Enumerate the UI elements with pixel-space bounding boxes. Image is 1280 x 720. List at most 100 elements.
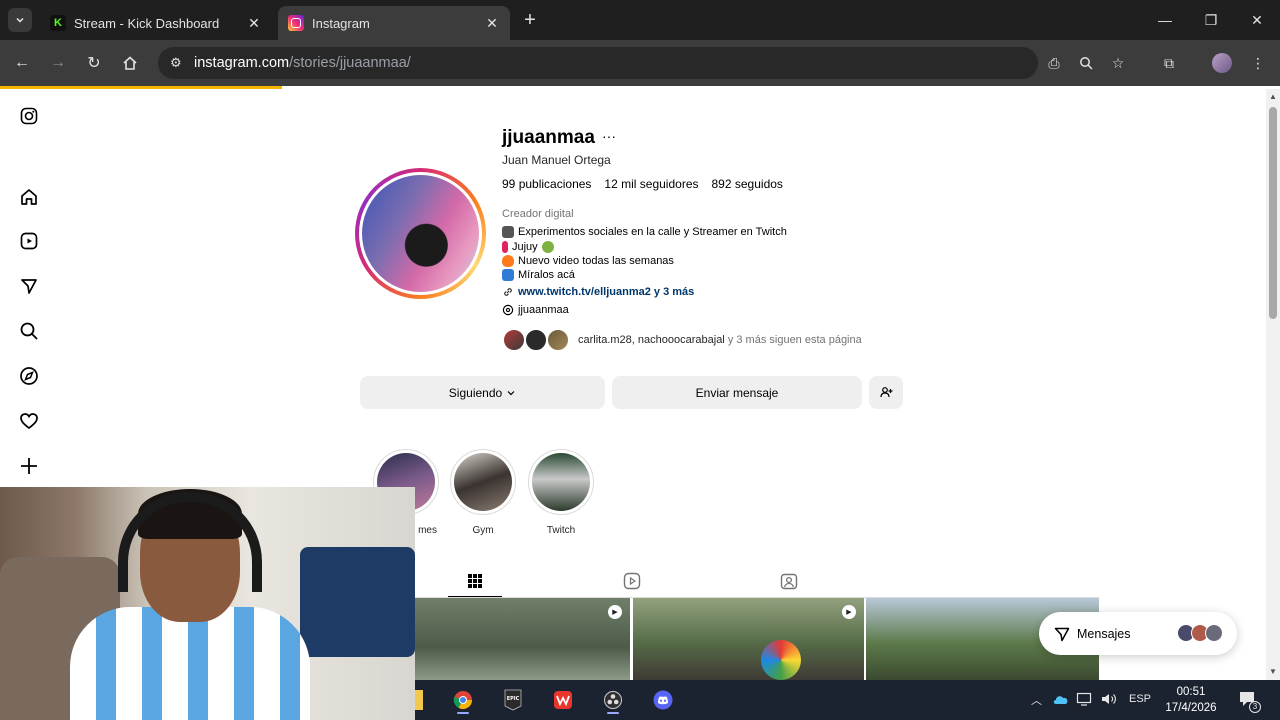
site-info-icon[interactable]: ⚙ <box>170 55 194 71</box>
back-icon[interactable]: ← <box>10 51 34 75</box>
home-icon[interactable] <box>118 51 142 75</box>
reels-icon[interactable] <box>17 229 41 253</box>
tab-close-icon[interactable]: ✕ <box>246 15 262 32</box>
reload-icon[interactable]: ↻ <box>82 51 106 75</box>
wps-office-taskbar-icon[interactable] <box>548 686 578 714</box>
clock-date: 17/4/2026 <box>1165 702 1217 714</box>
followers-count[interactable]: 12 mil seguidores <box>604 177 698 191</box>
reel-badge-icon: ▶ <box>608 605 622 619</box>
notification-count-badge: 3 <box>1249 701 1261 713</box>
mutual-follower-avatar <box>502 328 526 352</box>
bio-line: Jujuy <box>502 241 554 253</box>
browser-toolbar: ← → ↻ ⚙ instagram.com/stories/jjuaanmaa/… <box>0 40 1280 86</box>
tab-close-icon[interactable]: ✕ <box>484 15 500 32</box>
suggested-users-button[interactable] <box>869 376 903 409</box>
threads-icon <box>502 304 514 316</box>
bookmark-star-icon[interactable]: ☆ <box>1106 51 1130 75</box>
scrollbar-thumb[interactable] <box>1269 107 1277 319</box>
forward-icon[interactable]: → <box>46 51 70 75</box>
active-tab-indicator <box>448 596 502 597</box>
chrome-taskbar-icon[interactable] <box>448 686 478 714</box>
following-dropdown-button[interactable]: Siguiendo <box>360 376 605 409</box>
kick-favicon-icon: K <box>50 15 66 31</box>
home-icon[interactable] <box>17 185 41 209</box>
add-user-icon <box>879 387 892 398</box>
discord-taskbar-icon[interactable] <box>648 686 678 714</box>
bio-line: Experimentos sociales en la calle y Stre… <box>502 226 787 238</box>
story-highlight[interactable]: Twitch <box>528 449 594 536</box>
scroll-down-icon[interactable]: ▼ <box>1269 667 1277 676</box>
page-scrollbar[interactable]: ▲ ▼ <box>1266 89 1280 680</box>
reels-tab-icon[interactable] <box>622 571 642 591</box>
messages-button[interactable]: Mensajes <box>1039 612 1237 655</box>
post-thumbnail[interactable]: ▶ <box>415 598 630 680</box>
followed-by-text[interactable]: carlita.m28, nachooocarabajal y 3 más si… <box>578 334 862 346</box>
highlight-cover <box>454 453 512 511</box>
install-app-icon[interactable]: ⎙ <box>1042 51 1066 75</box>
threads-link[interactable]: jjuaanmaa <box>502 304 569 316</box>
tab-instagram[interactable]: Instagram ✕ <box>278 6 510 40</box>
svg-text:EPIC: EPIC <box>507 696 520 702</box>
tab-title: Instagram <box>312 15 370 31</box>
profile-full-name: Juan Manuel Ortega <box>502 153 611 167</box>
post-thumbnail[interactable]: ▶ <box>633 598 864 680</box>
messages-label: Mensajes <box>1077 626 1131 641</box>
fire-emoji-icon <box>502 255 514 267</box>
direct-messages-icon[interactable] <box>17 274 41 298</box>
window-close-icon[interactable]: ✕ <box>1242 8 1272 32</box>
profile-username: jjuaanmaa <box>502 127 595 148</box>
clown-wig-shape <box>761 640 801 680</box>
tab-kick-dashboard[interactable]: K Stream - Kick Dashboard ✕ <box>40 6 272 40</box>
message-avatar <box>1205 624 1223 642</box>
restore-icon[interactable]: ❐ <box>1196 8 1226 32</box>
zoom-icon[interactable] <box>1074 51 1098 75</box>
instagram-favicon-icon <box>288 15 304 31</box>
obs-taskbar-icon[interactable] <box>598 686 628 714</box>
link-icon <box>504 288 512 296</box>
more-options-icon[interactable]: ··· <box>602 128 616 144</box>
create-plus-icon[interactable] <box>17 454 41 478</box>
direct-messages-icon <box>1054 627 1070 641</box>
search-icon[interactable] <box>17 319 41 343</box>
bio-link[interactable]: www.twitch.tv/elljuanma2 y 3 más <box>502 286 694 298</box>
explore-icon[interactable] <box>17 364 41 388</box>
webcam-overlay <box>0 487 415 720</box>
minimize-icon[interactable]: — <box>1150 8 1180 32</box>
epic-games-taskbar-icon[interactable]: EPIC <box>498 686 528 714</box>
chevron-down-icon <box>507 390 515 395</box>
instagram-logo-icon[interactable] <box>17 104 41 128</box>
notifications-heart-icon[interactable] <box>17 409 41 433</box>
network-icon[interactable] <box>1076 692 1092 706</box>
mutual-follower-avatar <box>524 328 548 352</box>
tagged-tab-icon[interactable] <box>779 571 799 591</box>
onedrive-cloud-icon[interactable] <box>1052 693 1070 705</box>
file-explorer-icon[interactable] <box>415 690 423 710</box>
tab-search-button[interactable] <box>8 8 32 32</box>
taskbar-clock[interactable]: 00:51 17/4/2026 <box>1160 684 1222 716</box>
highlight-label: Twitch <box>546 525 576 536</box>
clock-time: 00:51 <box>1176 686 1206 698</box>
profile-avatar-story-ring[interactable] <box>355 168 486 299</box>
story-highlight[interactable]: Gym <box>450 449 516 536</box>
bio-line: Míralos acá <box>502 269 575 281</box>
profile-stats: 99 publicaciones 12 mil seguidores 892 s… <box>502 177 783 191</box>
input-language-indicator[interactable]: ESP <box>1129 693 1151 705</box>
scroll-up-icon[interactable]: ▲ <box>1269 92 1277 101</box>
posts-count: 99 publicaciones <box>502 177 592 191</box>
instagram-sidebar <box>0 89 58 489</box>
posts-grid-tab-icon[interactable] <box>465 571 485 591</box>
browser-tab-bar: K Stream - Kick Dashboard ✕ Instagram ✕ … <box>0 0 1280 40</box>
cactus-emoji-icon <box>541 241 554 253</box>
profile-category: Creador digital <box>502 208 574 220</box>
new-tab-icon[interactable]: + <box>520 10 540 30</box>
extensions-icon[interactable]: ⧉ <box>1157 51 1181 75</box>
browser-menu-icon[interactable]: ⋮ <box>1246 51 1270 75</box>
browser-profile-avatar[interactable] <box>1212 53 1232 73</box>
following-count[interactable]: 892 seguidos <box>712 177 783 191</box>
down-arrow-emoji-icon <box>502 269 514 281</box>
bio-line: Nuevo video todas las semanas <box>502 255 674 267</box>
address-bar[interactable]: ⚙ instagram.com/stories/jjuaanmaa/ <box>158 47 1038 79</box>
volume-icon[interactable] <box>1100 692 1118 706</box>
send-message-button[interactable]: Enviar mensaje <box>612 376 862 409</box>
tray-overflow-chevron-icon[interactable]: ︿ <box>1031 692 1042 708</box>
